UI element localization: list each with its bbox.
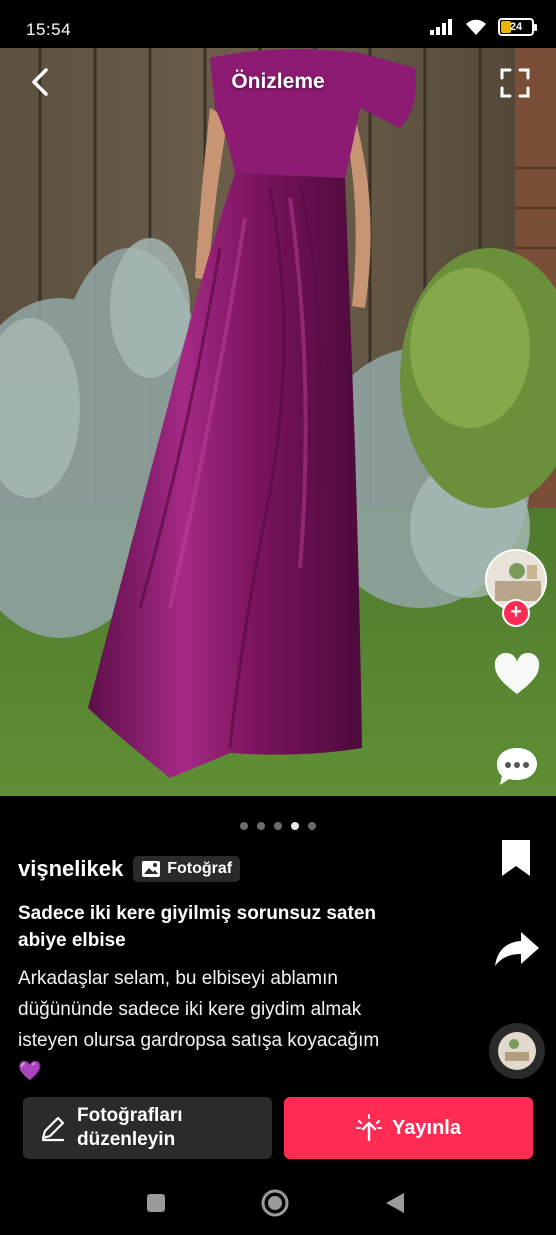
edit-photos-label: Fotoğrafları düzenleyin [77, 1105, 183, 1150]
photo-badge-label: Fotoğraf [167, 860, 233, 877]
expand-icon [500, 68, 530, 98]
add-plus-icon[interactable]: + [502, 599, 530, 627]
like-button[interactable] [493, 652, 541, 700]
publish-label: Yayınla [392, 1116, 461, 1139]
battery-level: 24 [509, 21, 523, 33]
home-circle-icon [261, 1189, 289, 1217]
triangle-back-icon [386, 1193, 404, 1213]
status-bar: 15:54 24 [0, 0, 556, 48]
photo-badge: Fotoğraf [133, 856, 241, 882]
username[interactable]: vişnelikek [18, 856, 123, 882]
carousel-dot-active[interactable] [291, 822, 299, 830]
home-button[interactable] [260, 1188, 290, 1218]
pencil-icon [41, 1116, 65, 1142]
comment-button[interactable] [494, 744, 542, 792]
carousel-dot[interactable] [240, 822, 248, 830]
carousel-dot[interactable] [308, 822, 316, 830]
carousel-dot[interactable] [274, 822, 282, 830]
sparkle-upload-icon [356, 1114, 383, 1142]
sound-disc-icon [489, 1023, 545, 1079]
dress-photo-image [0, 48, 556, 796]
publish-button[interactable]: Yayınla [284, 1097, 533, 1159]
user-row: vişnelikek Fotoğraf [18, 856, 241, 882]
sound-disc[interactable] [488, 1022, 546, 1080]
post-title: Sadece iki kere giyilmiş sorunsuz saten … [18, 903, 376, 951]
status-time: 15:54 [26, 20, 72, 39]
share-icon [495, 932, 539, 966]
battery-icon: 24 [498, 18, 537, 36]
system-navigation-bar [0, 1170, 556, 1235]
status-icons: 24 [430, 18, 537, 36]
bookmark-button[interactable] [494, 834, 542, 882]
back-nav-button[interactable] [380, 1188, 410, 1218]
post-description: Arkadaşlar selam, bu elbiseyi ablamın dü… [18, 968, 380, 1082]
comment-icon [497, 748, 537, 785]
edit-photos-button[interactable]: Fotoğrafları düzenleyin [23, 1097, 272, 1159]
carousel-indicator [0, 822, 556, 830]
signal-icon [430, 19, 452, 35]
expand-button[interactable] [498, 66, 532, 100]
post-photo[interactable] [0, 48, 556, 796]
page-title: Önizleme [231, 70, 325, 93]
carousel-dot[interactable] [257, 822, 265, 830]
top-navigation: Önizleme [0, 48, 556, 118]
recents-button[interactable] [141, 1188, 171, 1218]
bookmark-icon [502, 840, 530, 876]
square-icon [147, 1194, 165, 1212]
heart-icon [494, 652, 540, 694]
wifi-icon [466, 19, 486, 35]
share-button[interactable] [493, 926, 541, 974]
image-icon [142, 861, 161, 877]
